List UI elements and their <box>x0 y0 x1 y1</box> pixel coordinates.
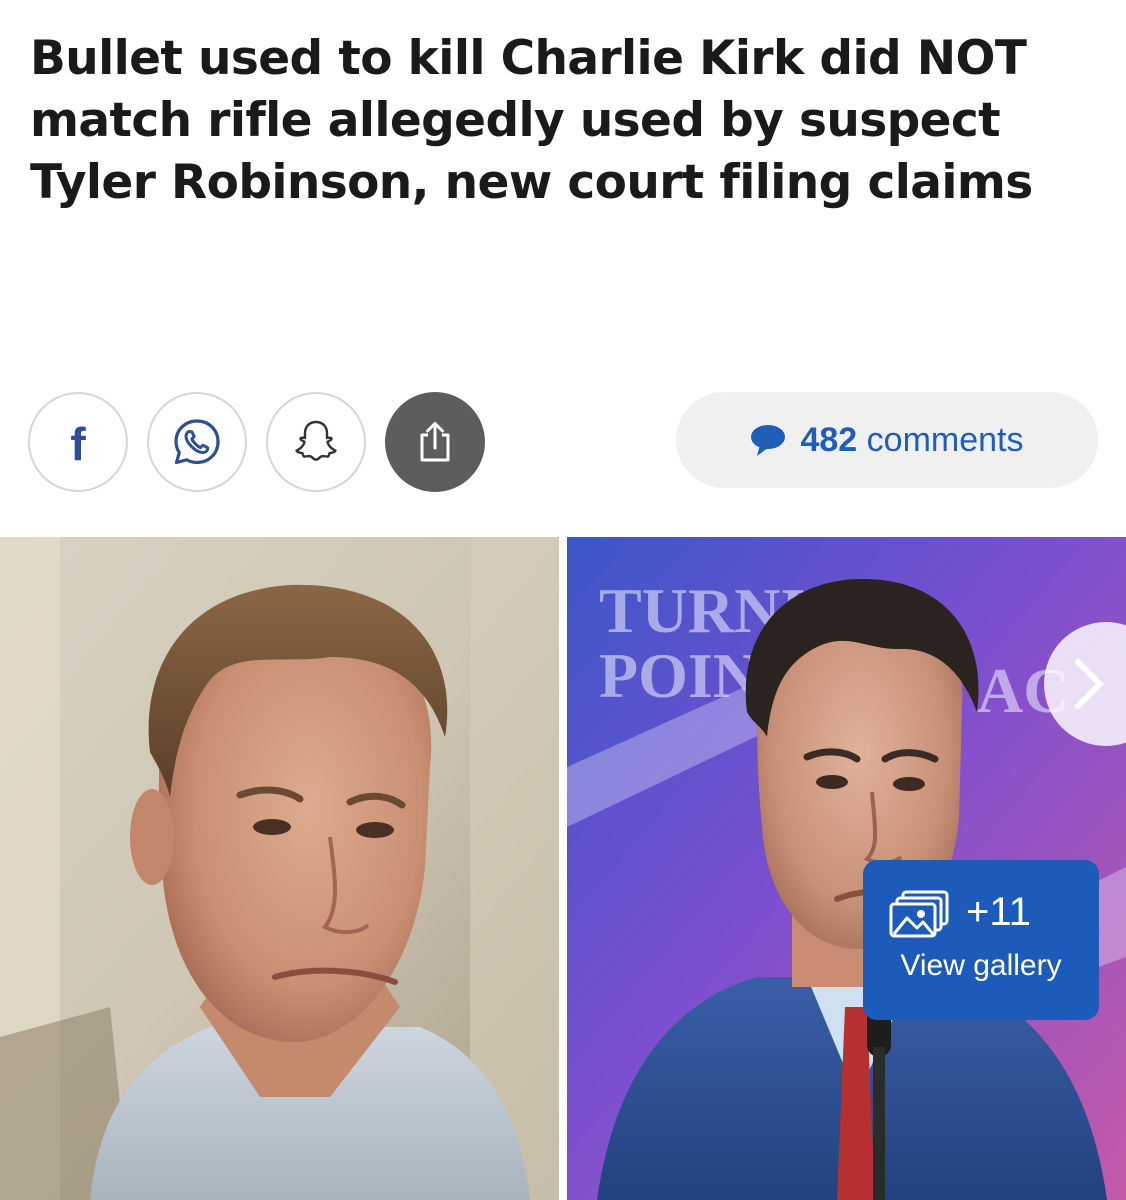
photo-gallery: TURNING POINT AC +11 View gallery <box>0 537 1126 1200</box>
facebook-share-button[interactable]: f <box>28 392 128 492</box>
comments-label: 482 comments <box>800 421 1023 460</box>
snapchat-icon <box>295 420 337 461</box>
photo-tyler-robinson[interactable] <box>0 537 559 1200</box>
facebook-icon: f <box>70 418 86 470</box>
share-button[interactable] <box>385 392 485 492</box>
comments-button[interactable]: 482 comments <box>676 392 1098 488</box>
article-headline: Bullet used to kill Charlie Kirk did NOT… <box>30 31 1033 210</box>
view-gallery-button[interactable]: +11 View gallery <box>863 860 1099 1020</box>
share-icon <box>420 422 450 462</box>
whatsapp-icon <box>174 419 220 465</box>
gallery-icon <box>889 890 949 938</box>
share-bar: f 482 comments <box>0 392 1126 492</box>
whatsapp-share-button[interactable] <box>147 392 247 492</box>
snapchat-share-button[interactable] <box>266 392 366 492</box>
gallery-label: View gallery <box>900 949 1062 982</box>
comments-count: 482 <box>800 420 858 459</box>
gallery-count: +11 <box>966 890 1031 934</box>
comments-word: comments <box>866 420 1024 459</box>
speech-bubble-icon <box>751 425 786 456</box>
chevron-right-icon <box>1075 659 1103 709</box>
